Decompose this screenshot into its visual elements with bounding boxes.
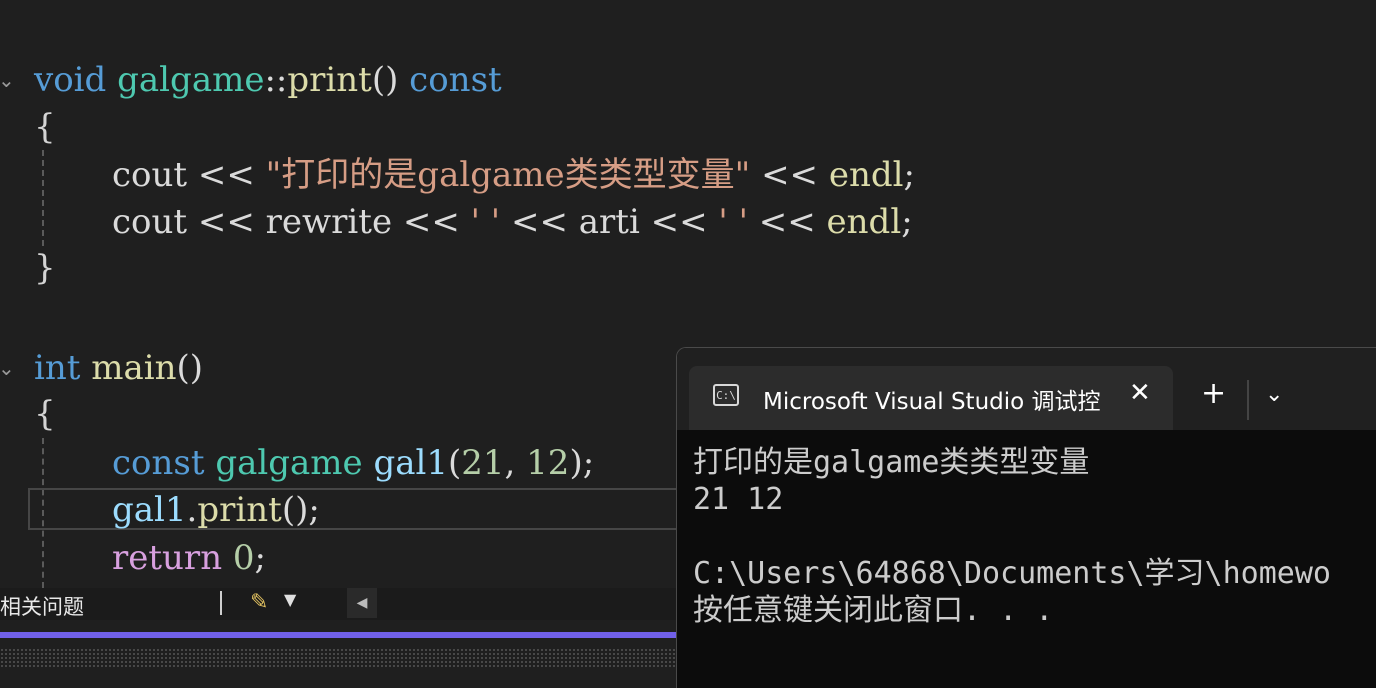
token: ; [901, 202, 913, 242]
token: "打印的是galgame类类型变量" [265, 155, 751, 195]
chevron-down-icon[interactable]: ⌄ [1265, 382, 1283, 407]
token: const [409, 60, 502, 100]
token: gal1 [373, 443, 449, 483]
token: << [187, 155, 266, 195]
code-line-8[interactable]: const galgame gal1(21, 12); [112, 439, 594, 487]
token: :: [264, 60, 288, 100]
token: << [187, 202, 266, 242]
code-line-2[interactable]: { [34, 103, 56, 151]
related-issues-label[interactable]: 相关问题 [0, 591, 84, 621]
token: void [34, 60, 107, 100]
token: << [639, 202, 719, 242]
token: main [91, 348, 177, 388]
tab-divider [1247, 380, 1249, 420]
close-icon[interactable]: ✕ [1129, 378, 1151, 408]
token: (); [281, 490, 320, 530]
token: << [750, 155, 829, 195]
token: endl [828, 155, 904, 195]
console-line: 打印的是galgame类类型变量 [693, 445, 1090, 480]
code-line-10[interactable]: return 0; [112, 534, 266, 582]
token: return [112, 538, 223, 578]
code-line-5[interactable]: } [34, 244, 56, 292]
token: . [186, 490, 198, 530]
token: galgame [117, 60, 265, 100]
token: ); [569, 443, 595, 483]
splitter-grip[interactable] [0, 648, 680, 668]
token: const [112, 443, 205, 483]
new-tab-button[interactable]: + [1201, 376, 1226, 411]
token: int [34, 348, 81, 388]
token: 0 [232, 538, 255, 578]
fold-chevron-icon[interactable]: ⌄ [0, 344, 15, 392]
token: << [747, 202, 827, 242]
tab-debug-console[interactable]: C:\ Microsoft Visual Studio 调试控 ✕ [689, 366, 1173, 430]
code-line-9[interactable]: gal1.print(); [112, 486, 320, 534]
token: ; [903, 155, 915, 195]
code-line-6[interactable]: int main() [34, 344, 203, 392]
token: , [504, 443, 527, 483]
console-line: 21 12 [693, 482, 784, 517]
token: } [34, 248, 56, 288]
code-line-7[interactable]: { [34, 390, 56, 438]
scroll-left-button[interactable]: ◀ [347, 588, 377, 618]
token: { [34, 394, 56, 434]
token: << [500, 202, 579, 242]
token: arti [578, 202, 640, 242]
console-output[interactable]: 打印的是galgame类类型变量 21 12 C:\Users\64868\Docu… [693, 444, 1331, 629]
token: cout [112, 155, 188, 195]
token: gal1 [112, 490, 187, 530]
token: ; [254, 538, 267, 578]
token: print [287, 60, 372, 100]
token: () [176, 348, 204, 388]
token: endl [826, 202, 902, 242]
accent-bar [0, 632, 680, 638]
fold-chevron-icon[interactable]: ⌄ [0, 56, 15, 104]
token: rewrite [265, 202, 393, 242]
token: galgame [215, 443, 363, 483]
indent-guide [42, 150, 44, 246]
token: print [197, 490, 282, 530]
tab-strip: C:\ Microsoft Visual Studio 调试控 ✕ + ⌄ [677, 348, 1376, 430]
debug-console-window[interactable]: C:\ Microsoft Visual Studio 调试控 ✕ + ⌄ 打印… [676, 347, 1376, 688]
code-line-4[interactable]: cout << rewrite << ' ' << arti << ' ' <<… [112, 198, 913, 246]
token: 21 [461, 443, 505, 483]
token: { [34, 107, 56, 147]
console-line: 按任意键关闭此窗口. . . [693, 593, 1054, 628]
editor-statusbar: 相关问题 ✎ ▼ ◀ [0, 588, 680, 620]
tab-title: Microsoft Visual Studio 调试控 [763, 389, 1101, 415]
token: ' ' [718, 202, 748, 242]
token: 12 [526, 443, 570, 483]
code-cleanup-brush-icon[interactable]: ✎ [250, 590, 268, 615]
token: ' ' [470, 202, 501, 242]
token: << [392, 202, 471, 242]
token: ( [448, 443, 462, 483]
status-divider [220, 591, 222, 615]
code-line-3[interactable]: cout << "打印的是galgame类类型变量" << endl; [112, 151, 915, 199]
token: () [371, 60, 410, 100]
terminal-icon: C:\ [713, 384, 739, 406]
code-line-1[interactable]: void galgame::print() const [34, 56, 502, 104]
token: cout [112, 202, 188, 242]
chevron-down-icon[interactable]: ▼ [284, 590, 296, 609]
console-line: C:\Users\64868\Documents\学习\homewo [693, 556, 1331, 591]
